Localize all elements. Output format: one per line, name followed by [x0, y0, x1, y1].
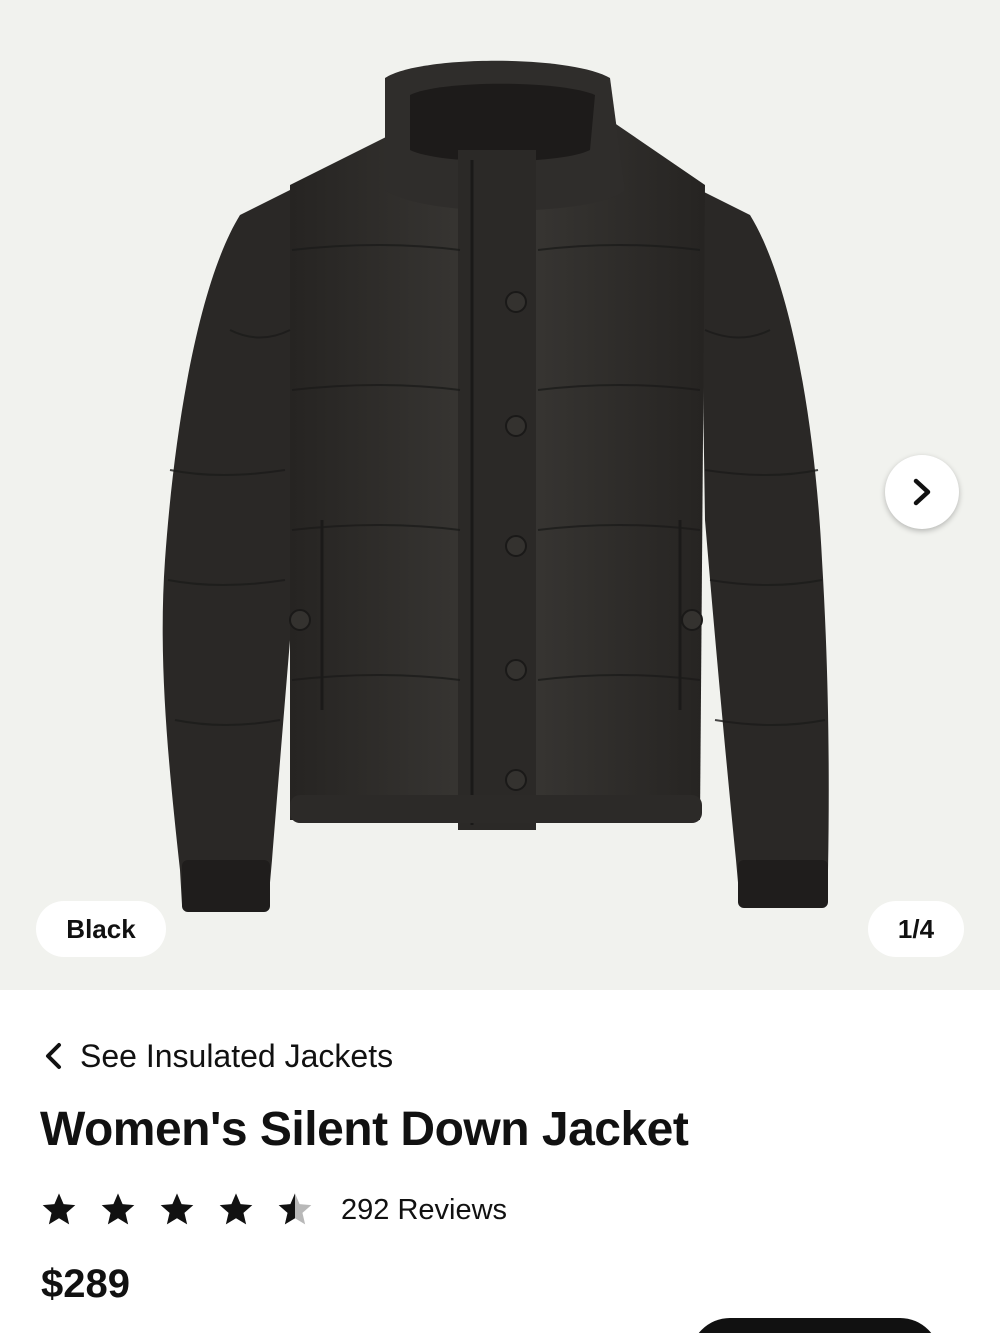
add-to-bag-button[interactable]: [690, 1318, 940, 1333]
star-icon: [219, 1193, 253, 1225]
star-icon: [42, 1193, 76, 1225]
color-label: Black: [36, 901, 166, 957]
product-rating[interactable]: 292 Reviews: [40, 1188, 507, 1232]
half-star-icon: [278, 1193, 312, 1225]
star-icon: [101, 1193, 135, 1225]
chevron-right-icon: [913, 478, 931, 506]
review-count-link[interactable]: 292 Reviews: [341, 1194, 507, 1227]
back-link-label: See Insulated Jackets: [80, 1037, 394, 1074]
star-rating: [40, 1191, 314, 1229]
product-page: Black 1/4 See Insulated Jackets Women's …: [0, 0, 1000, 1333]
next-image-button[interactable]: [885, 455, 959, 529]
image-counter: 1/4: [868, 901, 964, 957]
star-icon: [160, 1193, 194, 1225]
product-price: $289: [41, 1262, 130, 1306]
product-title: Women's Silent Down Jacket: [40, 1103, 689, 1156]
product-image-gallery[interactable]: Black 1/4: [0, 0, 1000, 990]
chevron-left-icon: [46, 1043, 61, 1069]
product-image: [162, 60, 829, 912]
back-to-category-link[interactable]: See Insulated Jackets: [44, 1036, 393, 1076]
